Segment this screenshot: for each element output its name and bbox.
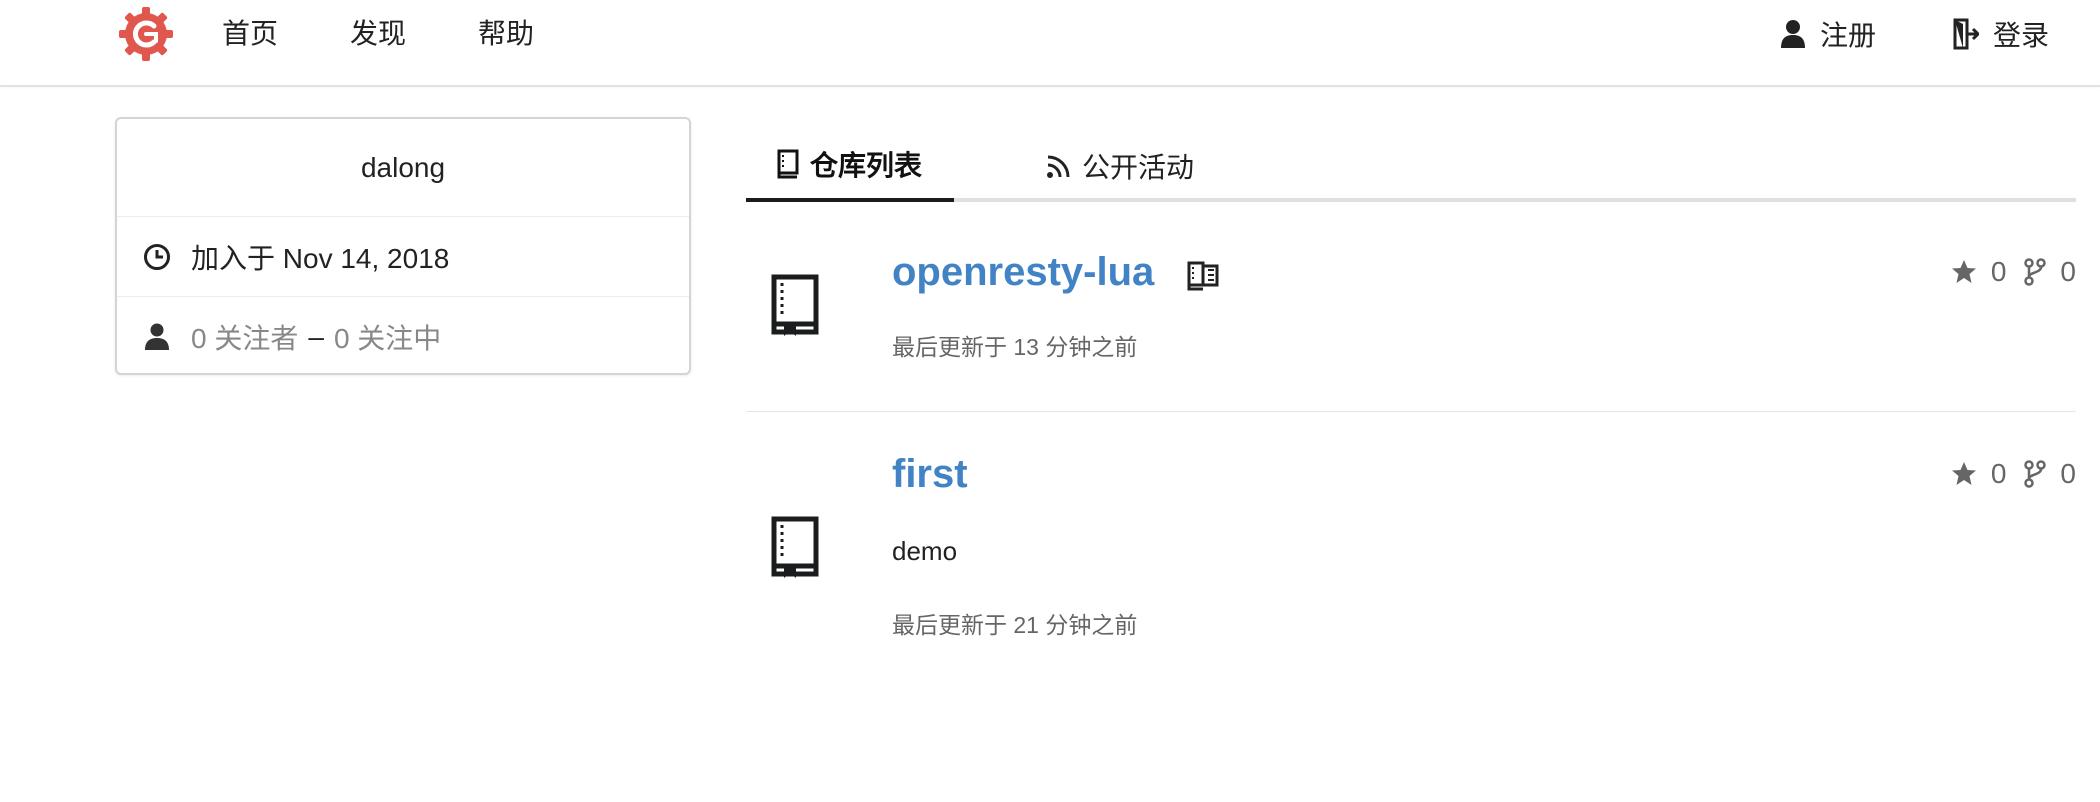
repo-updated: 最后更新于 21 分钟之前 [892,612,1138,638]
repo-stats: 0 0 [1933,256,2076,288]
repo-stars-count: 0 [1990,256,2007,287]
rss-icon [1047,155,1070,178]
repo-description: demo [892,536,958,566]
tab-repos-label: 仓库列表 [810,150,923,181]
profile-username: dalong [117,119,689,217]
login-link[interactable]: 登录 [1953,14,2049,54]
repo-updated: 最后更新于 13 分钟之前 [892,334,1138,360]
top-navbar: 首页 发现 帮助 注册 登录 [0,0,2100,87]
repo-stars-count: 0 [1990,458,2007,489]
profile-joined: 加入于 Nov 14, 2018 [191,242,450,274]
register-link[interactable]: 注册 [1780,14,1876,54]
repo-stats: 0 0 [1933,458,2076,490]
tab-activity[interactable]: 公开活动 [1046,130,1194,202]
login-label: 登录 [1993,20,2050,51]
follow-separator: – [308,321,324,352]
nav-home[interactable]: 首页 [222,14,278,54]
register-label: 注册 [1820,20,1877,51]
fork-icon [2024,258,2047,286]
nav-help[interactable]: 帮助 [478,14,534,54]
person-icon [137,323,177,351]
star-icon [1951,260,1976,283]
repo-forks-count: 0 [2060,458,2076,489]
repo-forks: 0 [2024,256,2076,288]
repo-name-link[interactable]: first [892,450,968,498]
star-icon [1951,462,1976,485]
repo-item: openresty-lua 最后更新于 13 分钟之前 0 0 [746,238,2076,412]
mirror-icon [1187,261,1219,291]
profile-card: dalong 加入于 Nov 14, 2018 0 关注者 – 0 关注中 [115,117,691,375]
repo-forks-count: 0 [2060,256,2076,287]
repo-icon [771,516,819,578]
nav-explore[interactable]: 发现 [350,14,406,54]
profile-joined-row: 加入于 Nov 14, 2018 [117,217,689,297]
profile-follow-row: 0 关注者 – 0 关注中 [117,297,689,377]
user-icon [1781,20,1805,48]
repo-forks: 0 [2024,458,2076,490]
followers-link[interactable]: 0 关注者 [191,317,298,357]
profile-tabs: 仓库列表 公开活动 [746,130,2076,202]
repo-name-link[interactable]: openresty-lua [892,248,1154,296]
repo-item: first demo 最后更新于 21 分钟之前 0 0 [746,440,2076,660]
tab-repos[interactable]: 仓库列表 [746,130,954,202]
gogs-logo[interactable] [116,4,176,64]
tab-activity-label: 公开活动 [1082,152,1195,183]
sign-in-icon [1953,18,1979,50]
clock-icon [137,243,177,271]
repo-stars: 0 [1951,256,2007,288]
fork-icon [2024,460,2047,488]
following-link[interactable]: 0 关注中 [334,317,441,357]
repo-stars: 0 [1951,458,2007,490]
book-icon [777,149,799,179]
repo-icon [771,274,819,336]
